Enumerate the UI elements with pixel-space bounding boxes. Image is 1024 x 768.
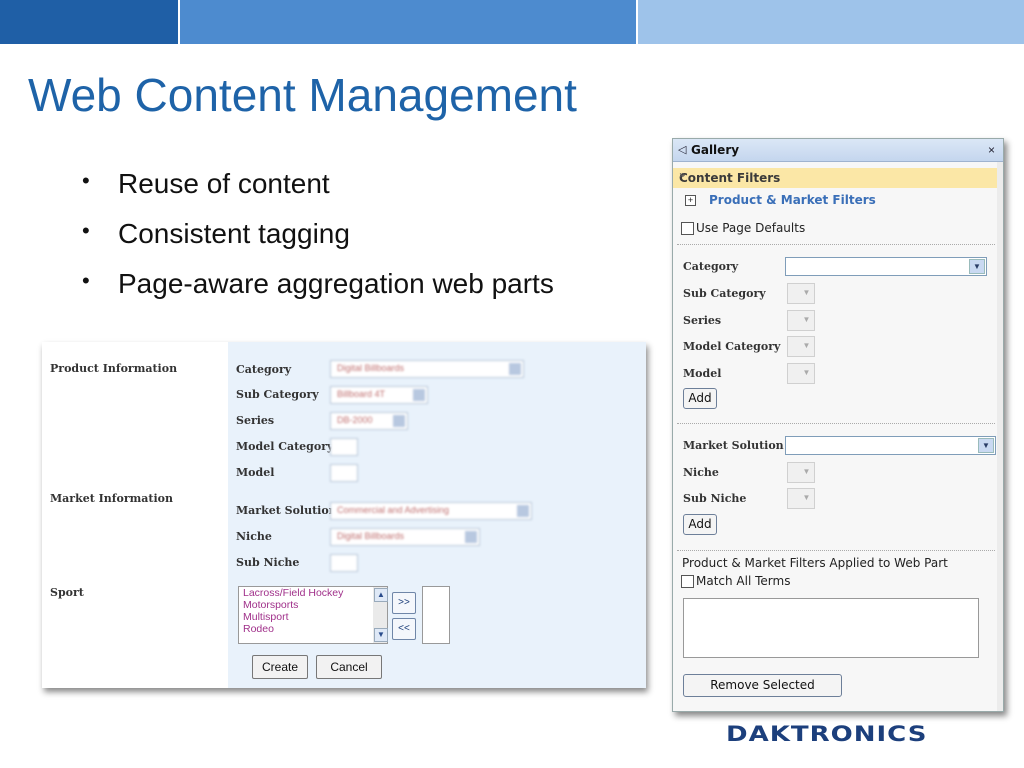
form-label-model: Model	[236, 466, 275, 479]
gallery-scrollbar[interactable]	[997, 162, 1003, 711]
bullet-text: Page-aware aggregation web parts	[118, 268, 554, 299]
label-series: Series	[683, 314, 722, 327]
add-product-filter-button[interactable]: Add	[683, 388, 717, 409]
form-niche-select[interactable]: Digital Billboards	[330, 528, 480, 546]
content-filters-header: Content Filters »	[673, 168, 997, 188]
form-label-series: Series	[236, 414, 275, 427]
chevron-down-icon: ▼	[802, 315, 811, 324]
form-model-select[interactable]	[330, 464, 358, 482]
gallery-body: Content Filters » + Product & Market Fil…	[673, 162, 998, 711]
divider	[677, 550, 995, 551]
expand-plus-icon[interactable]: +	[685, 195, 696, 206]
use-page-defaults-label: Use Page Defaults	[696, 221, 806, 235]
bullet-dot: •	[82, 168, 90, 193]
cancel-button[interactable]: Cancel	[316, 655, 382, 679]
series-select[interactable]: ▼	[787, 310, 815, 331]
section-market-information: Market Information	[50, 492, 173, 505]
sub-category-select[interactable]: ▼	[787, 283, 815, 304]
use-page-defaults-checkbox[interactable]	[681, 222, 694, 235]
listbox-scrollbar[interactable]: ▲ ▼	[373, 587, 388, 643]
form-series-select[interactable]: DB-2000	[330, 412, 408, 430]
label-sub-category: Sub Category	[683, 287, 766, 300]
form-sub-category-select[interactable]: Billboard 4T	[330, 386, 428, 404]
form-model-category-select[interactable]	[330, 438, 358, 456]
applied-filters-textarea[interactable]	[683, 598, 979, 658]
create-button[interactable]: Create	[252, 655, 308, 679]
niche-select[interactable]: ▼	[787, 462, 815, 483]
section-product-information: Product Information	[50, 362, 178, 375]
sub-niche-select[interactable]: ▼	[787, 488, 815, 509]
list-item[interactable]: Multisport	[239, 611, 387, 623]
form-label-category: Category	[236, 363, 292, 376]
form-label-sub-category: Sub Category	[236, 388, 319, 401]
chevron-down-icon: ▼	[802, 368, 811, 377]
move-right-button[interactable]: >>	[392, 592, 416, 614]
gallery-panel: ◁ Gallery × Content Filters » + Product …	[672, 138, 1004, 712]
list-item[interactable]: Motorsports	[239, 599, 387, 611]
category-select[interactable]: ▼	[785, 257, 987, 276]
bullet-dot: •	[82, 268, 90, 293]
bullet-text: Consistent tagging	[118, 218, 350, 249]
bullet-item: • Page-aware aggregation web parts	[80, 268, 554, 318]
daktronics-logo: DAKTRONICS	[726, 722, 928, 747]
chevron-down-icon: ▼	[802, 341, 811, 350]
product-market-filters-link[interactable]: Product & Market Filters	[709, 193, 876, 207]
form-section-column	[42, 342, 228, 688]
bullet-list: • Reuse of content • Consistent tagging • P…	[80, 168, 554, 318]
list-item[interactable]: Lacross/Field Hockey	[239, 587, 387, 599]
label-category: Category	[683, 260, 739, 273]
applied-filters-label: Product & Market Filters Applied to Web …	[682, 556, 948, 570]
market-solution-select[interactable]: ▼	[785, 436, 996, 455]
form-label-sub-niche: Sub Niche	[236, 556, 300, 569]
chevron-down-icon: ▼	[802, 493, 811, 502]
label-market-solution: Market Solution	[683, 439, 784, 452]
bullet-item: • Consistent tagging	[80, 218, 554, 268]
form-label-model-category: Model Category	[236, 440, 334, 453]
gallery-titlebar: ◁ Gallery ×	[673, 139, 1003, 162]
bullet-text: Reuse of content	[118, 168, 330, 199]
selected-sport-listbox[interactable]	[422, 586, 450, 644]
form-sub-niche-select[interactable]	[330, 554, 358, 572]
bullet-dot: •	[82, 218, 90, 243]
label-sub-niche: Sub Niche	[683, 492, 747, 505]
label-niche: Niche	[683, 466, 719, 479]
model-select[interactable]: ▼	[787, 363, 815, 384]
form-label-market-solution: Market Solution	[236, 504, 337, 517]
scroll-down-icon[interactable]: ▼	[374, 628, 388, 642]
add-market-filter-button[interactable]: Add	[683, 514, 717, 535]
list-item[interactable]: Rodeo	[239, 623, 387, 635]
banner-segment-dark	[0, 0, 178, 44]
form-market-solution-select[interactable]: Commercial and Advertising	[330, 502, 532, 520]
chevron-double-icon[interactable]: »	[679, 170, 995, 181]
model-category-select[interactable]: ▼	[787, 336, 815, 357]
divider	[677, 423, 995, 424]
close-icon[interactable]: ×	[988, 143, 995, 157]
chevron-down-icon: ▼	[802, 288, 811, 297]
chevron-down-icon[interactable]: ▼	[978, 438, 994, 453]
banner-segment-light	[638, 0, 1024, 44]
section-sport: Sport	[50, 586, 84, 599]
sport-listbox[interactable]: Lacross/Field Hockey Motorsports Multisp…	[238, 586, 388, 644]
scroll-up-icon[interactable]: ▲	[374, 588, 388, 602]
label-model-category: Model Category	[683, 340, 781, 353]
bullet-item: • Reuse of content	[80, 168, 554, 218]
match-all-terms-checkbox[interactable]	[681, 575, 694, 588]
banner-segment-mid	[180, 0, 636, 44]
top-banner	[0, 0, 1024, 44]
chevron-down-icon: ▼	[802, 467, 811, 476]
divider	[677, 244, 995, 245]
slide-title: Web Content Management	[28, 69, 577, 121]
product-form-screenshot: Product Information Market Information S…	[42, 342, 646, 688]
remove-selected-button[interactable]: Remove Selected	[683, 674, 842, 697]
form-category-select[interactable]: Digital Billboards	[330, 360, 524, 378]
gallery-title: Gallery	[691, 143, 740, 157]
label-model: Model	[683, 367, 722, 380]
match-all-terms-label: Match All Terms	[696, 574, 791, 588]
form-label-niche: Niche	[236, 530, 272, 543]
collapse-left-icon[interactable]: ◁	[678, 143, 686, 156]
move-left-button[interactable]: <<	[392, 618, 416, 640]
chevron-down-icon[interactable]: ▼	[969, 259, 985, 274]
